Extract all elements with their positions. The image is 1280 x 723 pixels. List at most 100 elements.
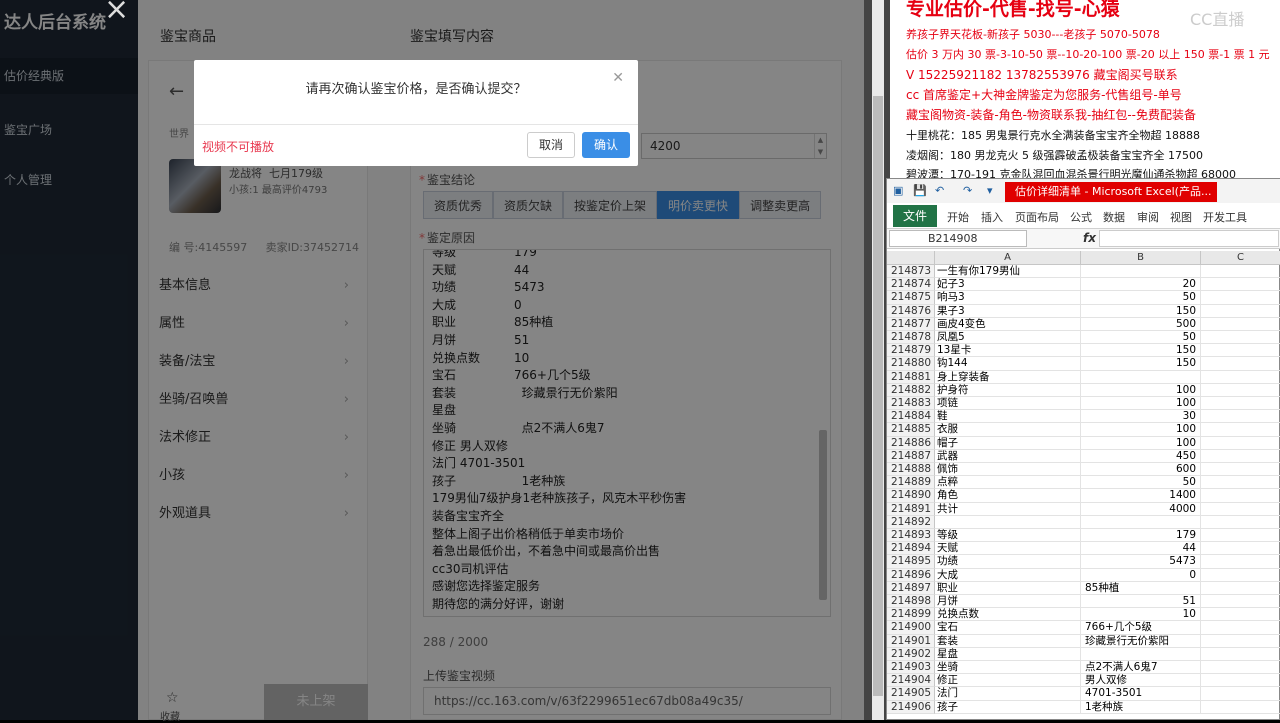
tab-file[interactable]: 文件 xyxy=(893,205,937,227)
cell-b[interactable]: 85种植 xyxy=(1081,581,1201,595)
cell-b[interactable]: 51 xyxy=(1081,595,1201,609)
cell-c[interactable] xyxy=(1201,595,1280,609)
cell-b[interactable] xyxy=(1081,647,1201,661)
cell-a[interactable]: 果子3 xyxy=(935,304,1081,318)
cell-a[interactable]: 护身符 xyxy=(935,383,1081,397)
tab-view[interactable]: 视图 xyxy=(1170,209,1192,225)
cell-c[interactable] xyxy=(1201,503,1280,516)
cell-b[interactable]: 50 xyxy=(1081,331,1201,345)
tab-review[interactable]: 审阅 xyxy=(1137,209,1159,225)
cell-a[interactable]: 功绩 xyxy=(935,555,1081,569)
row-number[interactable]: 214875 xyxy=(887,291,935,305)
cell-c[interactable] xyxy=(1201,555,1280,569)
cell-b[interactable]: 150 xyxy=(1081,344,1201,358)
cell-b[interactable]: 500 xyxy=(1081,317,1201,331)
cell-c[interactable] xyxy=(1201,582,1280,595)
cell-a[interactable]: 凤凰5 xyxy=(935,331,1081,345)
cell-b[interactable]: 10 xyxy=(1081,608,1201,622)
cell-c[interactable] xyxy=(1201,674,1280,688)
tab-formulas[interactable]: 公式 xyxy=(1070,209,1092,225)
tab-insert[interactable]: 插入 xyxy=(981,209,1003,225)
row-number[interactable]: 214885 xyxy=(887,423,935,437)
cell-b[interactable]: 50 xyxy=(1081,291,1201,305)
row-number[interactable]: 214883 xyxy=(887,397,935,411)
cell-a[interactable]: 职业 xyxy=(935,581,1081,595)
row-number[interactable]: 214901 xyxy=(887,634,935,648)
cell-c[interactable] xyxy=(1201,701,1280,714)
cell-a[interactable]: 武器 xyxy=(935,449,1081,463)
row-number[interactable]: 214896 xyxy=(887,568,935,582)
cell-a[interactable]: 身上穿装备 xyxy=(935,370,1081,384)
cell-a[interactable]: 响马3 xyxy=(935,291,1081,305)
row-number[interactable]: 214876 xyxy=(887,304,935,318)
cell-c[interactable] xyxy=(1201,331,1280,345)
cell-a[interactable]: 坐骑 xyxy=(935,661,1081,675)
cell-c[interactable] xyxy=(1201,661,1280,675)
tab-data[interactable]: 数据 xyxy=(1103,209,1125,225)
row-number[interactable]: 214880 xyxy=(887,357,935,371)
tab-page-layout[interactable]: 页面布局 xyxy=(1015,209,1059,225)
row-number[interactable]: 214881 xyxy=(887,370,935,384)
cell-a[interactable]: 孩子 xyxy=(935,700,1081,714)
cancel-button[interactable]: 取消 xyxy=(527,132,575,158)
redo-icon[interactable]: ↷ xyxy=(963,184,972,197)
cell-b[interactable]: 100 xyxy=(1081,423,1201,437)
cell-b[interactable]: 男人双修 xyxy=(1081,674,1201,688)
cell-a[interactable]: 星盘 xyxy=(935,647,1081,661)
row-number[interactable]: 214886 xyxy=(887,436,935,450)
cell-c[interactable] xyxy=(1201,423,1280,437)
cell-c[interactable] xyxy=(1201,648,1280,661)
cell-a[interactable]: 点粹 xyxy=(935,476,1081,490)
cell-c[interactable] xyxy=(1201,397,1280,411)
row-number[interactable]: 214902 xyxy=(887,647,935,661)
cell-b[interactable]: 450 xyxy=(1081,449,1201,463)
cell-c[interactable] xyxy=(1201,489,1280,503)
chevron-down-icon[interactable]: ▾ xyxy=(987,184,993,197)
row-number[interactable]: 214898 xyxy=(887,595,935,609)
cell-c[interactable] xyxy=(1201,371,1280,384)
row-number[interactable]: 214894 xyxy=(887,542,935,556)
cell-b[interactable]: 0 xyxy=(1081,568,1201,582)
cell-c[interactable] xyxy=(1201,450,1280,463)
scrollbar-thumb[interactable] xyxy=(873,96,883,696)
cell-a[interactable] xyxy=(935,515,1081,529)
row-number[interactable]: 214873 xyxy=(887,265,935,279)
row-number[interactable]: 214874 xyxy=(887,278,935,292)
cell-a[interactable]: 妃子3 xyxy=(935,278,1081,292)
cell-b[interactable]: 珍藏景行无价紫阳 xyxy=(1081,634,1201,648)
cell-c[interactable] xyxy=(1201,569,1280,582)
cell-b[interactable]: 179 xyxy=(1081,529,1201,543)
cell-c[interactable] xyxy=(1201,318,1280,331)
cell-b[interactable]: 600 xyxy=(1081,463,1201,477)
cell-c[interactable] xyxy=(1201,608,1280,622)
row-number[interactable]: 214887 xyxy=(887,449,935,463)
row-number[interactable]: 214899 xyxy=(887,608,935,622)
row-number[interactable]: 214893 xyxy=(887,529,935,543)
row-number[interactable]: 214903 xyxy=(887,661,935,675)
row-number[interactable]: 214888 xyxy=(887,463,935,477)
column-header-a[interactable]: A xyxy=(935,251,1081,265)
cell-b[interactable] xyxy=(1081,265,1201,279)
row-number[interactable]: 214882 xyxy=(887,383,935,397)
cell-b[interactable]: 1老种族 xyxy=(1081,700,1201,714)
cell-a[interactable]: 角色 xyxy=(935,489,1081,503)
cell-c[interactable] xyxy=(1201,529,1280,543)
cell-b[interactable]: 20 xyxy=(1081,278,1201,292)
cell-a[interactable]: 钩144 xyxy=(935,357,1081,371)
cell-b[interactable]: 50 xyxy=(1081,476,1201,490)
cell-c[interactable] xyxy=(1201,542,1280,556)
row-number[interactable]: 214890 xyxy=(887,489,935,503)
cell-c[interactable] xyxy=(1201,265,1280,279)
cell-a[interactable]: 画皮4变色 xyxy=(935,317,1081,331)
cell-c[interactable] xyxy=(1201,463,1280,477)
cell-b[interactable]: 4000 xyxy=(1081,502,1201,516)
cell-a[interactable]: 一生有你179男仙 xyxy=(935,265,1081,279)
cell-a[interactable]: 等级 xyxy=(935,529,1081,543)
row-number[interactable]: 214895 xyxy=(887,555,935,569)
cell-c[interactable] xyxy=(1201,635,1280,648)
cell-b[interactable]: 44 xyxy=(1081,542,1201,556)
cell-b[interactable] xyxy=(1081,370,1201,384)
row-number[interactable]: 214897 xyxy=(887,581,935,595)
cell-a[interactable]: 兑换点数 xyxy=(935,608,1081,622)
tab-developer[interactable]: 开发工具 xyxy=(1203,209,1247,225)
